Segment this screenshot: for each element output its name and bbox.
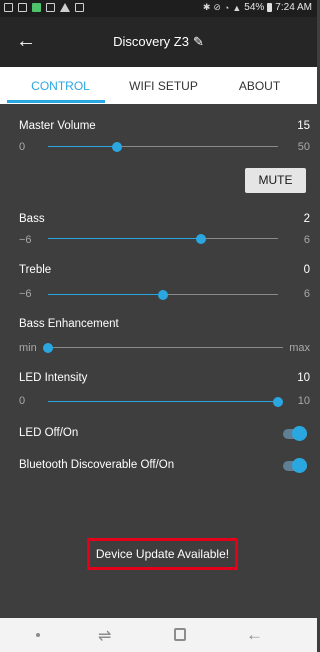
recent-apps-icon[interactable]: ⇌ bbox=[98, 626, 111, 646]
app-screen: ✱ ⊘ ◔ ▲ 54% 7:24 AM ← Discovery Z3 ✎ CONT… bbox=[0, 0, 317, 652]
bass-enhancement-min: min bbox=[19, 342, 37, 354]
led-intensity-min: 0 bbox=[19, 395, 26, 407]
page-title: Discovery Z3 ✎ bbox=[0, 34, 317, 50]
nav-back-icon[interactable]: ← bbox=[246, 625, 263, 645]
treble-max: 6 bbox=[303, 288, 310, 300]
master-volume-slider[interactable] bbox=[48, 142, 278, 152]
mute-button[interactable]: MUTE bbox=[245, 168, 306, 193]
slider-thumb[interactable] bbox=[196, 234, 207, 244]
bluetooth-icon: ✱ bbox=[202, 2, 211, 12]
led-intensity-slider[interactable] bbox=[48, 397, 283, 407]
slider-thumb[interactable] bbox=[158, 290, 168, 300]
led-intensity-value: 10 bbox=[297, 372, 310, 384]
treble-min: −6 bbox=[19, 288, 32, 300]
home-icon[interactable] bbox=[174, 628, 186, 641]
tab-control[interactable]: CONTROL bbox=[8, 67, 113, 104]
tab-bar: CONTROL WIFI SETUP ABOUT bbox=[0, 67, 317, 104]
system-icons: ✱ ⊘ ◔ ▲ 54% 7:24 AM bbox=[203, 2, 312, 13]
slider-thumb[interactable] bbox=[43, 343, 53, 353]
app-bar: ← Discovery Z3 ✎ bbox=[0, 17, 317, 67]
master-volume-label: Master Volume bbox=[19, 120, 96, 132]
app-notification-icon bbox=[32, 3, 41, 12]
master-volume-value: 15 bbox=[297, 120, 310, 132]
battery-percent: 54% bbox=[244, 2, 265, 13]
bass-min: −6 bbox=[19, 234, 32, 246]
bluetooth-toggle-label: Bluetooth Discoverable Off/On bbox=[19, 459, 175, 471]
toggle-thumb bbox=[292, 426, 307, 441]
mute-icon: ⊘ bbox=[213, 2, 221, 12]
bluetooth-toggle-switch[interactable] bbox=[283, 458, 307, 474]
device-update-button[interactable]: Device Update Available! bbox=[87, 538, 238, 570]
tab-wifi-setup[interactable]: WIFI SETUP bbox=[111, 67, 216, 104]
bass-enhancement-slider[interactable] bbox=[43, 343, 283, 353]
treble-value: 0 bbox=[303, 264, 310, 276]
bass-enhancement-max: max bbox=[289, 342, 310, 354]
slider-fill bbox=[48, 294, 163, 295]
tab-about[interactable]: ABOUT bbox=[207, 67, 312, 104]
notification-icon bbox=[4, 3, 13, 12]
notification-icons bbox=[4, 3, 84, 12]
bass-slider[interactable] bbox=[48, 234, 278, 244]
slider-track bbox=[48, 347, 283, 348]
bass-value: 2 bbox=[303, 213, 310, 225]
toggle-thumb bbox=[292, 458, 307, 473]
notification-icon bbox=[18, 3, 27, 12]
signal-icon: ▲ bbox=[232, 2, 242, 13]
system-nav-bar: ⇌ ← bbox=[0, 618, 317, 652]
active-tab-indicator bbox=[7, 100, 105, 103]
notification-icon bbox=[46, 3, 55, 12]
led-toggle-switch[interactable] bbox=[283, 426, 307, 442]
master-volume-max: 50 bbox=[297, 141, 310, 153]
treble-label: Treble bbox=[19, 264, 52, 276]
battery-icon bbox=[267, 3, 273, 12]
led-intensity-max: 10 bbox=[297, 395, 310, 407]
nav-dot-icon bbox=[36, 633, 40, 637]
clock: 7:24 AM bbox=[275, 2, 312, 13]
slider-thumb[interactable] bbox=[273, 397, 283, 407]
slider-fill bbox=[48, 401, 278, 402]
bass-enhancement-label: Bass Enhancement bbox=[19, 318, 119, 330]
bass-label: Bass bbox=[19, 213, 45, 225]
device-name: Discovery Z3 bbox=[113, 34, 189, 49]
warning-icon bbox=[60, 3, 70, 12]
wifi-icon: ◔ bbox=[223, 2, 230, 13]
led-toggle-label: LED Off/On bbox=[19, 427, 79, 439]
bass-max: 6 bbox=[303, 234, 310, 246]
slider-fill bbox=[48, 238, 202, 239]
slider-fill bbox=[48, 146, 117, 147]
led-intensity-label: LED Intensity bbox=[19, 372, 88, 384]
treble-slider[interactable] bbox=[48, 290, 278, 300]
pencil-icon[interactable]: ✎ bbox=[193, 34, 204, 50]
master-volume-min: 0 bbox=[19, 141, 26, 153]
image-icon bbox=[75, 3, 84, 12]
slider-thumb[interactable] bbox=[112, 142, 122, 152]
status-bar: ✱ ⊘ ◔ ▲ 54% 7:24 AM bbox=[0, 0, 317, 17]
